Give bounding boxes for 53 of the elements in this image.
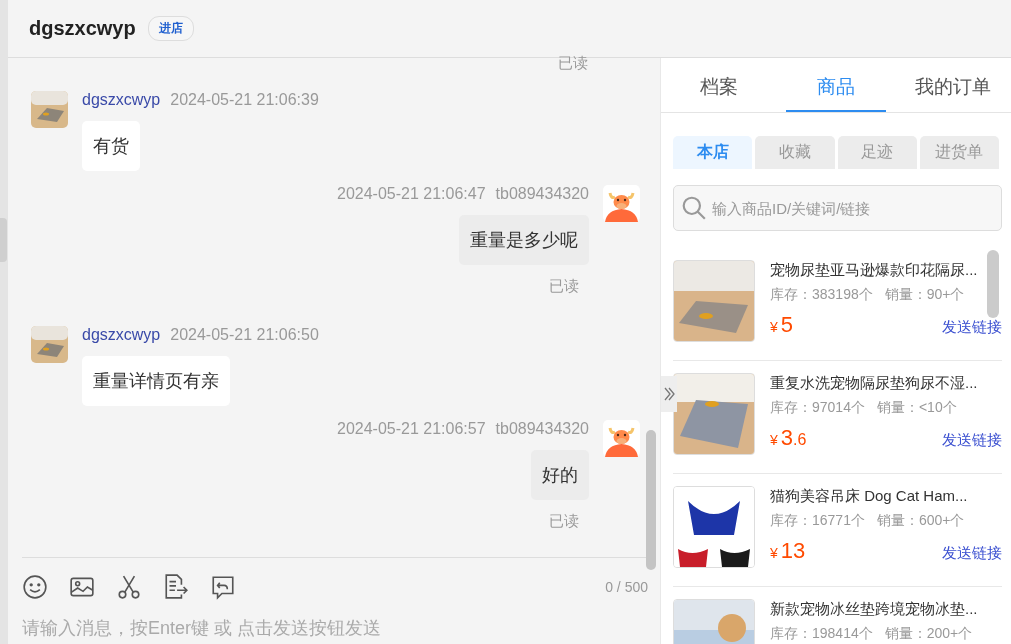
photo-avatar [31,326,68,363]
product-title[interactable]: 新款宠物冰丝垫跨境宠物冰垫... [770,600,1002,619]
sender-name: tb089434320 [495,185,589,203]
send-link[interactable]: 发送链接 [942,431,1002,450]
scrollbar-thumb[interactable] [646,430,656,570]
sales-count: 销量：600+个 [876,512,965,530]
message-time: 2024-05-21 21:06:47 [337,185,486,203]
scissors-icon[interactable] [116,574,142,600]
sender-name: tb089434320 [495,420,589,438]
character-counter: 0 / 500 [605,579,648,595]
message-time: 2024-05-21 21:06:50 [170,326,319,344]
message-bubble: 重量是多少呢 [459,215,589,265]
read-receipt: 已读 [549,512,579,531]
scrollbar-thumb[interactable] [0,218,7,262]
product-title[interactable]: 重复水洗宠物隔尿垫狗尿不湿... [770,374,1002,393]
sender-name: dgszxcwyp [82,91,161,109]
stock-count: 库存：198414个 [770,625,873,643]
cartoon-avatar [603,420,640,457]
message-bubble: 重量详情页有亲 [82,356,230,406]
sales-count: 销量：90+个 [884,286,965,304]
send-link[interactable]: 发送链接 [942,544,1002,563]
photo-avatar [31,91,68,128]
sender-name: dgszxcwyp [82,326,161,344]
message-bubble: 好的 [531,450,589,500]
read-receipt: 已读 [558,54,588,73]
tab[interactable]: 我的订单 [902,58,1003,112]
send-link[interactable]: 发送链接 [942,318,1002,337]
message-time: 2024-05-21 21:06:57 [337,420,486,438]
cartoon-avatar [603,185,640,222]
message-bubble: 有货 [82,121,140,171]
message-input[interactable]: 请输入消息，按Enter键 或 点击发送按钮发送 [8,616,660,644]
message-time: 2024-05-21 21:06:39 [170,91,319,109]
stock-count: 库存：97014个 [770,399,865,417]
read-receipt: 已读 [549,277,579,296]
collapse-handle[interactable] [661,376,677,412]
product-price: ¥13 [770,538,806,564]
product-price: ¥5 [770,312,794,338]
product-title[interactable]: 猫狗美容吊床 Dog Cat Ham... [770,487,1002,506]
sales-count: 销量：200+个 [884,625,973,643]
enter-shop-button[interactable]: 进店 [147,16,194,41]
product-title[interactable]: 宠物尿垫亚马逊爆款印花隔尿... [770,261,1002,280]
stock-count: 库存：16771个 [770,512,865,530]
scrollbar-thumb[interactable] [987,250,999,318]
tab[interactable]: 档案 [669,58,770,112]
product-price: ¥3.6 [770,425,807,451]
sales-count: 销量：<10个 [876,399,957,417]
tab[interactable]: 商品 [785,58,887,112]
search-field[interactable]: 输入商品ID/关键词/链接 [673,185,1002,231]
stock-count: 库存：383198个 [770,286,873,304]
undo-bubble-icon[interactable] [210,574,236,600]
smiley-icon[interactable] [22,574,48,600]
document-arrow-icon[interactable] [163,574,189,600]
chat-title: dgszxcwyp [29,17,136,40]
